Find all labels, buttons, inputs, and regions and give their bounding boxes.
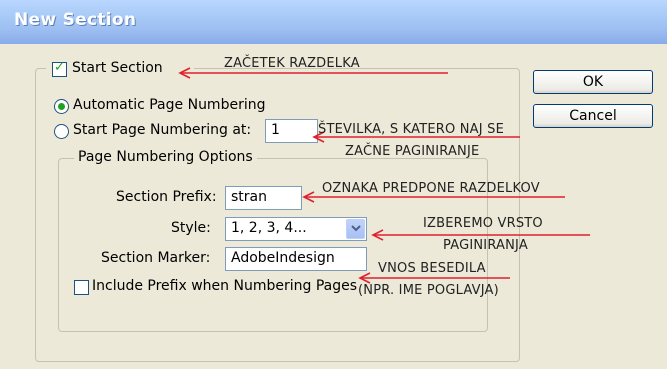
annotation-marker-line2: (NPR. IME POGLAVJA)	[358, 283, 499, 298]
annotation-prefix: OZNAKA PREDPONE RAZDELKOV	[322, 181, 540, 196]
annotation-number-line2: ZAČNE PAGINIRANJE	[345, 144, 480, 159]
annotation-style-line1: IZBEREMO VRSTO	[423, 216, 543, 231]
new-section-dialog: New Section ✓ Start Section Automatic Pa…	[0, 0, 667, 369]
annotation-marker-line1: VNOS BESEDILA	[378, 261, 486, 276]
annotation-number-line1: ŠTEVILKA, S KATERO NAJ SE	[318, 122, 504, 137]
annotation-start-section: ZAČETEK RAZDELKA	[224, 56, 360, 71]
annotation-style-line2: PAGINIRANJA	[443, 238, 528, 253]
